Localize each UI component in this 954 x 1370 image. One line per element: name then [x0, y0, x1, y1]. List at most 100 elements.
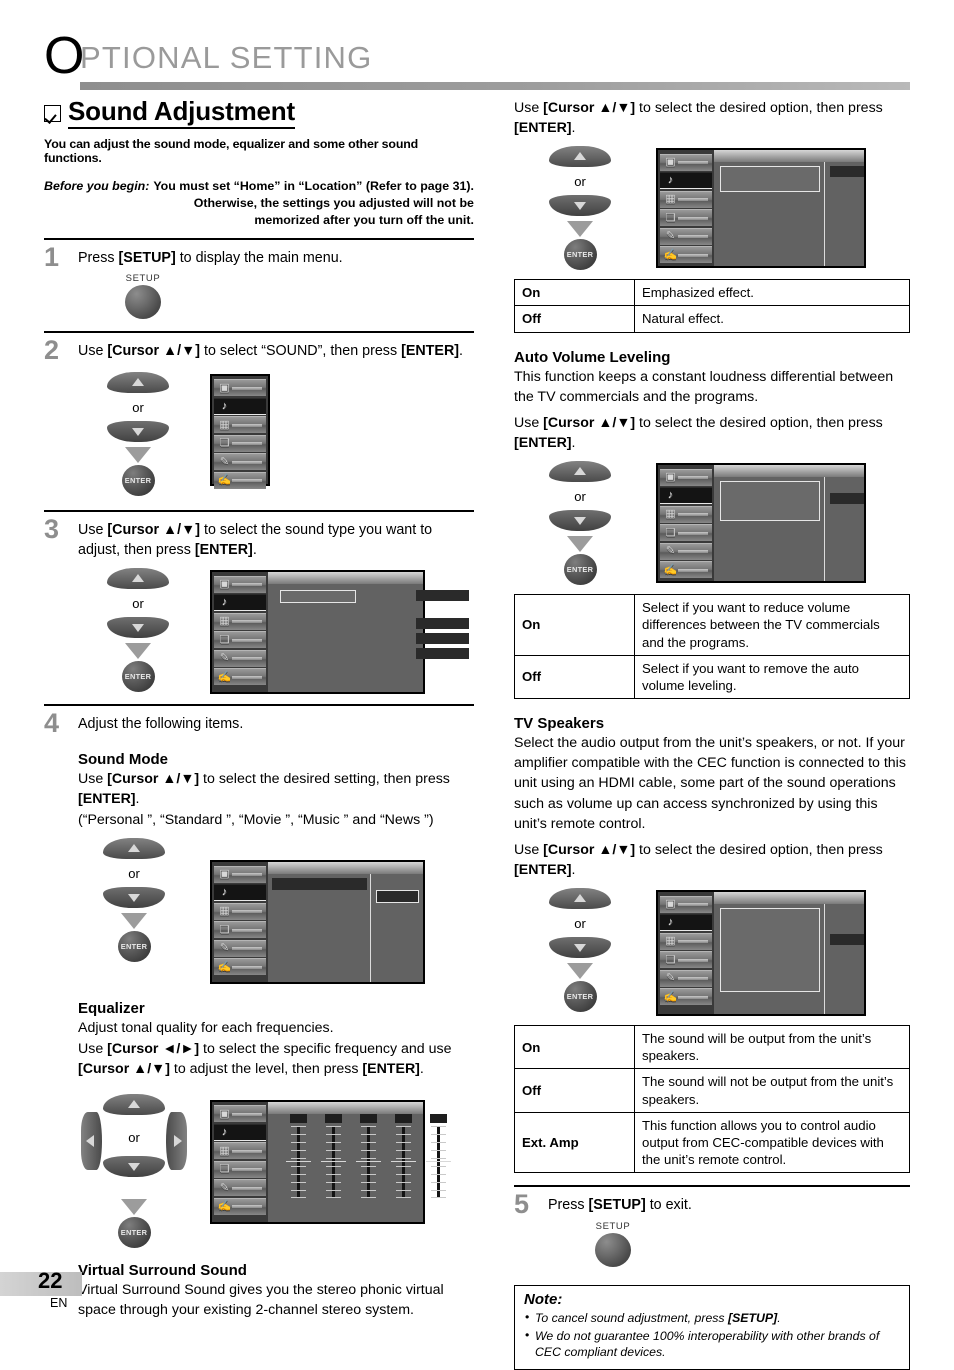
- tv-menu-item-parental[interactable]: ❏: [214, 1160, 266, 1178]
- tv-menu-item-channel[interactable]: ▦: [660, 932, 712, 950]
- cursor-down-icon[interactable]: [107, 420, 169, 442]
- cursor-up-icon[interactable]: [107, 568, 169, 590]
- tv-menu-item-picture[interactable]: ▣: [660, 468, 712, 486]
- equalizer-sliders[interactable]: [282, 1113, 451, 1216]
- tv-menu-item-parental[interactable]: ❏: [214, 631, 266, 649]
- cursor-up-icon[interactable]: [103, 1093, 165, 1115]
- equalizer-band-5[interactable]: [426, 1113, 451, 1198]
- cursor-up-icon[interactable]: [103, 838, 165, 860]
- tv-menu-item-sound[interactable]: ♪: [214, 1123, 266, 1141]
- cursor-control-tv-speakers[interactable]: or ENTER: [514, 888, 646, 1013]
- enter-button[interactable]: ENTER: [563, 554, 597, 586]
- tv-menu-item-channel[interactable]: ▦: [214, 612, 266, 630]
- tv-menu-item-channel[interactable]: ▦: [214, 1142, 266, 1160]
- tv-menu-item-channel[interactable]: ▦: [214, 902, 266, 920]
- tv-menu-item-setup[interactable]: ✎: [214, 649, 266, 667]
- tv-menu-item-picture[interactable]: ▣: [214, 575, 266, 593]
- setup-button-dot[interactable]: [595, 1232, 631, 1267]
- cursor-control-sound-mode[interactable]: or ENTER: [78, 838, 190, 963]
- setup-button-dot[interactable]: [125, 285, 161, 320]
- tv-menu-item-parental[interactable]: ❏: [214, 921, 266, 939]
- four-way-pad[interactable]: or: [78, 1090, 190, 1194]
- tv-menu-item-picture[interactable]: ▣: [214, 865, 266, 883]
- band-track[interactable]: [356, 1125, 381, 1198]
- tv-menu-item-edit[interactable]: ✍: [214, 668, 266, 686]
- tv-option-value[interactable]: [830, 493, 864, 505]
- tv-menu-item-sound[interactable]: ♪: [660, 172, 712, 190]
- tv-menu-item-parental[interactable]: ❏: [660, 209, 712, 227]
- band-track[interactable]: [286, 1125, 311, 1198]
- setup-button-5[interactable]: SETUP: [578, 1221, 648, 1267]
- tv-menu-item-edit[interactable]: ✍: [214, 471, 266, 489]
- cursor-up-icon[interactable]: [549, 461, 611, 483]
- tv-menu-item-edit[interactable]: ✍: [660, 561, 712, 579]
- cursor-down-icon[interactable]: [103, 887, 165, 909]
- equalizer-band-2[interactable]: [321, 1113, 346, 1198]
- cursor-control-3[interactable]: or ENTER: [78, 568, 198, 693]
- tv-menu-item-parental[interactable]: ❏: [660, 524, 712, 542]
- cursor-down-icon[interactable]: [103, 1155, 165, 1177]
- equalizer-band-3[interactable]: [356, 1113, 381, 1198]
- enter-button[interactable]: ENTER: [563, 981, 597, 1013]
- tv-menu-item-setup[interactable]: ✎: [660, 969, 712, 987]
- cursor-up-icon[interactable]: [549, 888, 611, 910]
- tv-selected-item[interactable]: [720, 166, 820, 193]
- setup-button-1[interactable]: SETUP: [108, 273, 178, 320]
- equalizer-band-4[interactable]: [391, 1113, 416, 1198]
- tv-option-value[interactable]: [830, 166, 864, 178]
- cursor-control-auto-volume[interactable]: or ENTER: [514, 461, 646, 586]
- cursor-pad-equalizer[interactable]: or ENTER: [78, 1090, 190, 1248]
- enter-button[interactable]: ENTER: [117, 1216, 151, 1248]
- tv-menu-item-parental[interactable]: ❏: [214, 434, 266, 452]
- tv-menu-item-picture[interactable]: ▣: [660, 895, 712, 913]
- tv-option-value[interactable]: [830, 934, 864, 946]
- tv-menu-item-sound[interactable]: ♪: [660, 914, 712, 932]
- cursor-up-icon[interactable]: [549, 146, 611, 168]
- enter-button[interactable]: ENTER: [563, 239, 597, 271]
- tv-menu-item-picture[interactable]: ▣: [214, 379, 266, 397]
- equalizer-band-1[interactable]: [286, 1113, 311, 1198]
- tv-option-value[interactable]: [376, 890, 419, 904]
- tv-menu-item-channel[interactable]: ▦: [660, 505, 712, 523]
- label-bar: [678, 531, 708, 535]
- cursor-down-icon[interactable]: [107, 617, 169, 639]
- tv-menu-item-setup[interactable]: ✎: [214, 453, 266, 471]
- tv-menu-item-edit[interactable]: ✍: [214, 958, 266, 976]
- tv-menu-item-channel[interactable]: ▦: [214, 416, 266, 434]
- step-1: 1 Press [SETUP] to display the main menu…: [44, 240, 474, 320]
- cursor-down-icon[interactable]: [549, 195, 611, 217]
- cursor-down-icon[interactable]: [549, 937, 611, 959]
- tv-menu-item-edit[interactable]: ✍: [660, 246, 712, 264]
- tv-menu-item-edit[interactable]: ✍: [214, 1197, 266, 1215]
- band-track[interactable]: [321, 1125, 346, 1198]
- tv-menu-item-sound[interactable]: ♪: [214, 884, 266, 902]
- tv-menu-item-setup[interactable]: ✎: [660, 227, 712, 245]
- tv-selected-item[interactable]: [720, 481, 820, 522]
- cursor-control-2[interactable]: or ENTER: [78, 371, 198, 496]
- enter-button[interactable]: ENTER: [117, 931, 151, 963]
- cursor-up-icon[interactable]: [107, 371, 169, 393]
- setup-icon: ✎: [665, 230, 676, 243]
- tv-menu-item-edit[interactable]: ✍: [660, 988, 712, 1006]
- band-track[interactable]: [391, 1125, 416, 1198]
- cursor-down-icon[interactable]: [549, 510, 611, 532]
- tv-selected-item[interactable]: [720, 908, 820, 993]
- enter-button[interactable]: ENTER: [121, 464, 155, 496]
- tv-menu-item-sound[interactable]: ♪: [214, 397, 266, 415]
- tv-menu-titlebar: [714, 465, 864, 478]
- tv-menu-item-parental[interactable]: ❏: [660, 951, 712, 969]
- tv-menu-item-setup[interactable]: ✎: [214, 939, 266, 957]
- tv-menu-item-picture[interactable]: ▣: [660, 153, 712, 171]
- tv-menu-item-channel[interactable]: ▦: [660, 190, 712, 208]
- cursor-control-virtual-surround[interactable]: or ENTER: [514, 146, 646, 271]
- tv-menu-item-picture[interactable]: ▣: [214, 1105, 266, 1123]
- band-track[interactable]: [426, 1125, 451, 1198]
- tv-menu-item-setup[interactable]: ✎: [660, 542, 712, 560]
- tv-selected-item[interactable]: [280, 590, 356, 604]
- tv-menu-item-sound[interactable]: ♪: [214, 594, 266, 612]
- enter-button[interactable]: ENTER: [121, 661, 155, 693]
- sound-icon: ♪: [221, 886, 228, 899]
- tv-selected-row[interactable]: [272, 878, 367, 891]
- tv-menu-item-sound[interactable]: ♪: [660, 487, 712, 505]
- tv-menu-item-setup[interactable]: ✎: [214, 1179, 266, 1197]
